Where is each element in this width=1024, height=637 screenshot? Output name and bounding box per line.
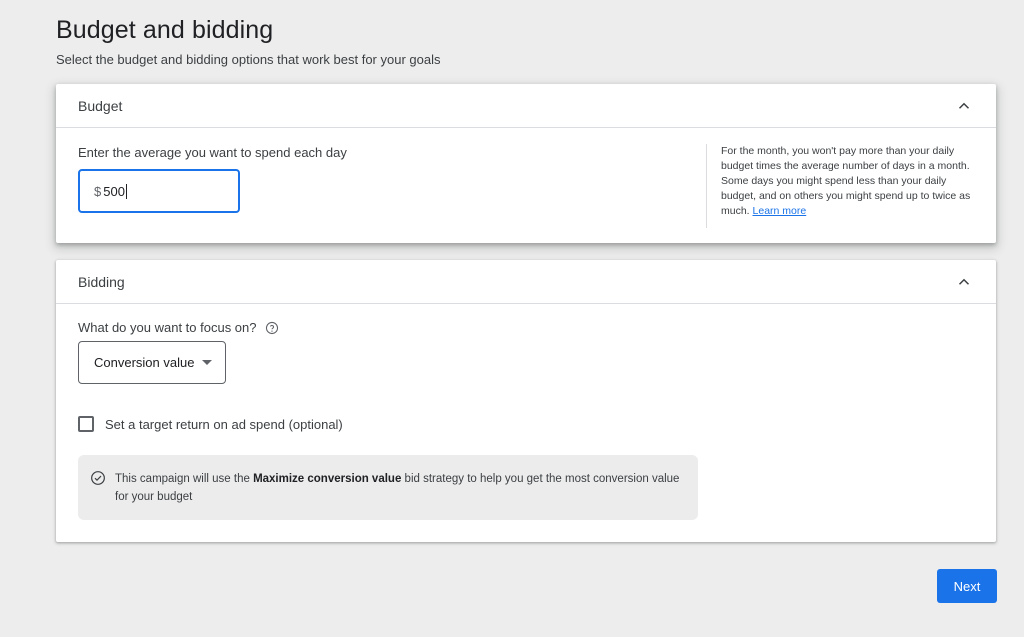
bid-strategy-info: This campaign will use the Maximize conv… — [78, 455, 698, 520]
learn-more-link[interactable]: Learn more — [753, 205, 807, 217]
chevron-up-icon[interactable] — [952, 270, 976, 294]
info-prefix: This campaign will use the — [115, 473, 254, 485]
budget-card: Budget Enter the average you want to spe… — [56, 84, 996, 243]
text-cursor — [125, 183, 127, 199]
focus-label: What do you want to focus on? — [78, 320, 279, 335]
currency-symbol: $ — [94, 183, 102, 199]
page-subtitle: Select the budget and bidding options th… — [56, 52, 441, 67]
page-title: Budget and bidding — [56, 16, 274, 44]
budget-card-title: Budget — [78, 98, 123, 114]
bidding-card-header[interactable]: Bidding — [56, 260, 996, 304]
dropdown-arrow-icon — [202, 360, 213, 365]
help-circle-icon[interactable] — [265, 321, 279, 335]
bidding-card-title: Bidding — [78, 274, 125, 290]
daily-budget-input[interactable]: $ 500 — [78, 169, 240, 213]
divider — [706, 144, 707, 228]
target-roas-checkbox[interactable] — [78, 416, 94, 432]
budget-help-text: For the month, you won't pay more than y… — [721, 144, 983, 219]
bid-strategy-name: Maximize conversion value — [253, 473, 402, 485]
chevron-up-icon[interactable] — [952, 94, 976, 118]
focus-dropdown[interactable]: Conversion value — [78, 341, 226, 384]
bid-strategy-info-text: This campaign will use the Maximize conv… — [115, 470, 685, 506]
focus-label-text: What do you want to focus on? — [78, 320, 257, 335]
daily-budget-value: 500 — [103, 183, 125, 199]
check-circle-icon — [90, 470, 106, 491]
page: Budget and bidding Select the budget and… — [0, 0, 1024, 637]
budget-input-label: Enter the average you want to spend each… — [78, 145, 347, 160]
focus-dropdown-value: Conversion value — [94, 355, 195, 370]
bidding-card: Bidding What do you want to focus on? Co… — [56, 260, 996, 542]
target-roas-option[interactable]: Set a target return on ad spend (optiona… — [78, 416, 343, 432]
budget-card-header[interactable]: Budget — [56, 84, 996, 128]
target-roas-label: Set a target return on ad spend (optiona… — [105, 416, 343, 432]
next-button[interactable]: Next — [937, 569, 997, 603]
